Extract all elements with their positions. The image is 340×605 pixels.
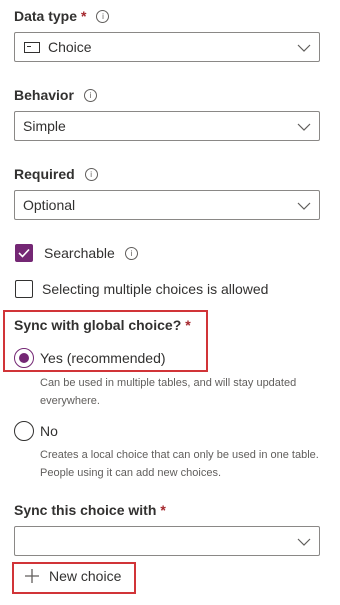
- behavior-label-text: Behavior: [14, 87, 74, 103]
- required-dropdown[interactable]: Optional: [14, 190, 320, 220]
- plus-icon: [25, 569, 39, 583]
- info-icon[interactable]: i: [96, 9, 110, 23]
- multiple-choices-checkbox[interactable]: [15, 280, 33, 298]
- radio-yes-label: Yes (recommended): [40, 350, 166, 366]
- required-label: Required i: [14, 166, 98, 182]
- searchable-label: Searchable i: [44, 245, 138, 261]
- sync-this-label-text: Sync this choice with: [14, 502, 157, 518]
- data-type-label: Data type * i: [14, 8, 110, 24]
- required-label-text: Required: [14, 166, 75, 182]
- checkmark-icon: [18, 248, 30, 258]
- required-value: Optional: [23, 197, 76, 213]
- sync-this-label: Sync this choice with *: [14, 502, 166, 518]
- radio-no-label: No: [40, 423, 58, 439]
- chevron-down-icon: [297, 44, 311, 52]
- multiple-choices-label: Selecting multiple choices is allowed: [42, 281, 269, 297]
- info-icon[interactable]: i: [124, 246, 138, 260]
- behavior-value: Simple: [23, 118, 66, 134]
- chevron-down-icon: [297, 202, 311, 210]
- sync-this-required-mark: *: [160, 502, 166, 518]
- data-type-value: Choice: [48, 39, 92, 55]
- radio-no-description: Creates a local choice that can only be …: [40, 449, 319, 479]
- behavior-dropdown[interactable]: Simple: [14, 111, 320, 141]
- data-type-required-mark: *: [81, 8, 87, 24]
- new-choice-label: New choice: [49, 568, 122, 584]
- new-choice-button[interactable]: New choice: [24, 568, 121, 584]
- info-icon[interactable]: i: [83, 88, 97, 102]
- radio-yes[interactable]: [14, 348, 34, 368]
- chevron-down-icon: [297, 123, 311, 131]
- sync-this-dropdown[interactable]: [14, 526, 320, 556]
- data-type-dropdown[interactable]: Choice: [14, 32, 320, 62]
- data-type-label-text: Data type: [14, 8, 78, 24]
- searchable-checkbox[interactable]: [15, 244, 33, 262]
- choice-field-icon: [24, 41, 40, 53]
- radio-yes-description: Can be used in multiple tables, and will…: [40, 377, 297, 407]
- info-icon[interactable]: i: [84, 167, 98, 181]
- chevron-down-icon: [297, 538, 311, 546]
- radio-no[interactable]: [14, 421, 34, 441]
- behavior-label: Behavior i: [14, 87, 97, 103]
- searchable-label-text: Searchable: [44, 245, 115, 261]
